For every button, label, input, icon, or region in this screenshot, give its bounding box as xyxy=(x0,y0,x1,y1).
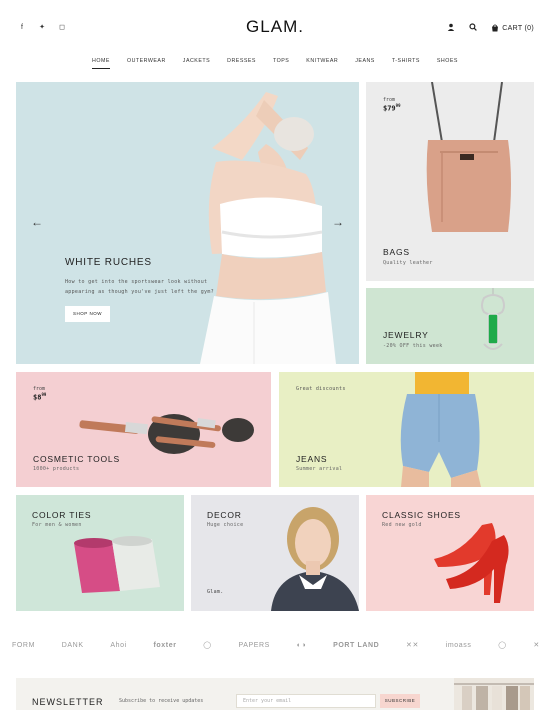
tile-jewelry[interactable]: JEWELRY -20% OFF this week xyxy=(366,288,534,364)
brand-logo[interactable]: ✕ xyxy=(533,641,539,649)
newsletter-sub: Subscribe to receive updates xyxy=(119,698,204,704)
newsletter-section: NEWSLETTER Subscribe to receive updates … xyxy=(16,678,534,710)
jeans-title: JEANS xyxy=(296,454,328,464)
brand-logos: FORM DANK Ahoi foxter ◯ PAPERS ◐◑ PORT L… xyxy=(12,630,540,660)
decor-title: DECOR xyxy=(207,510,242,520)
nav-item-outerwear[interactable]: OUTERWEAR xyxy=(118,58,174,64)
newsletter-email-input[interactable]: Enter your email xyxy=(236,694,376,708)
brand-logo[interactable]: ◐◑ xyxy=(297,642,307,649)
brand-logo[interactable]: Ahoi xyxy=(110,642,126,649)
bags-sub: Quality leather xyxy=(383,260,433,266)
brand-logo[interactable]: FORM xyxy=(12,642,35,649)
hero-text: How to get into the sportswear look with… xyxy=(65,279,214,295)
brand-logo[interactable]: ✕✕ xyxy=(406,641,419,649)
cosmetic-price: $899 xyxy=(33,392,46,401)
brand-logo[interactable]: PAPERS xyxy=(238,642,269,649)
brand-logo[interactable]: ◯ xyxy=(203,641,211,649)
nav-item-dresses[interactable]: DRESSES xyxy=(219,58,265,64)
bags-price: $7999 xyxy=(383,103,400,112)
brand-logo[interactable]: PORT LAND xyxy=(333,642,379,649)
tile-classic-shoes[interactable]: CLASSIC SHOES Red new gold xyxy=(366,495,534,611)
brand-logo[interactable]: ◯ xyxy=(498,641,506,649)
tile-color-ties[interactable]: COLOR TIES For men & women xyxy=(16,495,184,611)
cosmetic-price-cents: 99 xyxy=(41,392,47,397)
nav-item-tops[interactable]: TOPS xyxy=(264,58,297,64)
nav-item-home[interactable]: HOME xyxy=(84,58,119,69)
cart-label: CART (0) xyxy=(502,24,534,32)
cart-icon xyxy=(492,24,499,32)
jewelry-sub: -20% OFF this week xyxy=(383,343,443,349)
tile-jeans[interactable]: Great discounts JEANS Summer arrival xyxy=(279,372,534,487)
main-nav: HOME OUTERWEAR JACKETS DRESSES TOPS KNIT… xyxy=(0,58,550,69)
decor-caption: Glam. xyxy=(207,589,224,595)
newsletter-title: NEWSLETTER xyxy=(32,697,104,707)
colorties-title: COLOR TIES xyxy=(32,510,92,520)
user-icon[interactable] xyxy=(447,23,455,33)
hero-slider[interactable]: ← → WHITE RUCHES How to get into the spo… xyxy=(16,82,359,364)
cosmetic-title: COSMETIC TOOLS xyxy=(33,454,120,464)
site-header: f ✦ ◻ GLAM. CART (0) xyxy=(0,0,550,50)
jeans-tag: Great discounts xyxy=(296,386,346,392)
prev-slide-arrow-icon[interactable]: ← xyxy=(31,215,43,229)
next-slide-arrow-icon[interactable]: → xyxy=(332,215,344,229)
brand-logo[interactable]: imoass xyxy=(446,642,472,649)
clothing-rack-image xyxy=(454,678,534,710)
shoes-title: CLASSIC SHOES xyxy=(382,510,461,520)
jeans-sub: Summer arrival xyxy=(296,466,343,472)
cart-button[interactable]: CART (0) xyxy=(491,24,534,32)
nav-item-tshirts[interactable]: T-SHIRTS xyxy=(383,58,428,64)
bags-title: BAGS xyxy=(383,247,410,257)
nav-item-shoes[interactable]: SHOES xyxy=(428,58,466,64)
jewelry-image xyxy=(481,288,505,350)
subscribe-button[interactable]: SUBSCRIBE xyxy=(380,694,420,708)
bags-price-cents: 99 xyxy=(395,103,401,108)
cosmetic-sub: 1000+ products xyxy=(33,466,80,472)
search-icon[interactable] xyxy=(469,23,478,33)
nav-item-jackets[interactable]: JACKETS xyxy=(174,58,218,64)
hero-title: WHITE RUCHES xyxy=(65,257,152,268)
nav-item-knitwear[interactable]: KNITWEAR xyxy=(298,58,347,64)
tile-cosmetic-tools[interactable]: from $899 COSMETIC TOOLS 1000+ products xyxy=(16,372,271,487)
jewelry-title: JEWELRY xyxy=(383,330,429,340)
nav-item-jeans[interactable]: JEANS xyxy=(347,58,384,64)
shoes-sub: Red new gold xyxy=(382,522,422,528)
brand-logo[interactable]: foxter xyxy=(154,642,177,649)
colorties-sub: For men & women xyxy=(32,522,82,528)
tile-bags[interactable]: from $7999 BAGS Quality leather xyxy=(366,82,534,281)
shop-now-button[interactable]: SHOP NOW xyxy=(65,306,110,322)
decor-sub: Huge choice xyxy=(207,522,244,528)
header-actions: CART (0) xyxy=(447,23,534,33)
bags-price-value: $79 xyxy=(383,104,396,113)
tile-decor[interactable]: DECOR Huge choice Glam. xyxy=(191,495,359,611)
brand-logo[interactable]: DANK xyxy=(62,642,84,649)
